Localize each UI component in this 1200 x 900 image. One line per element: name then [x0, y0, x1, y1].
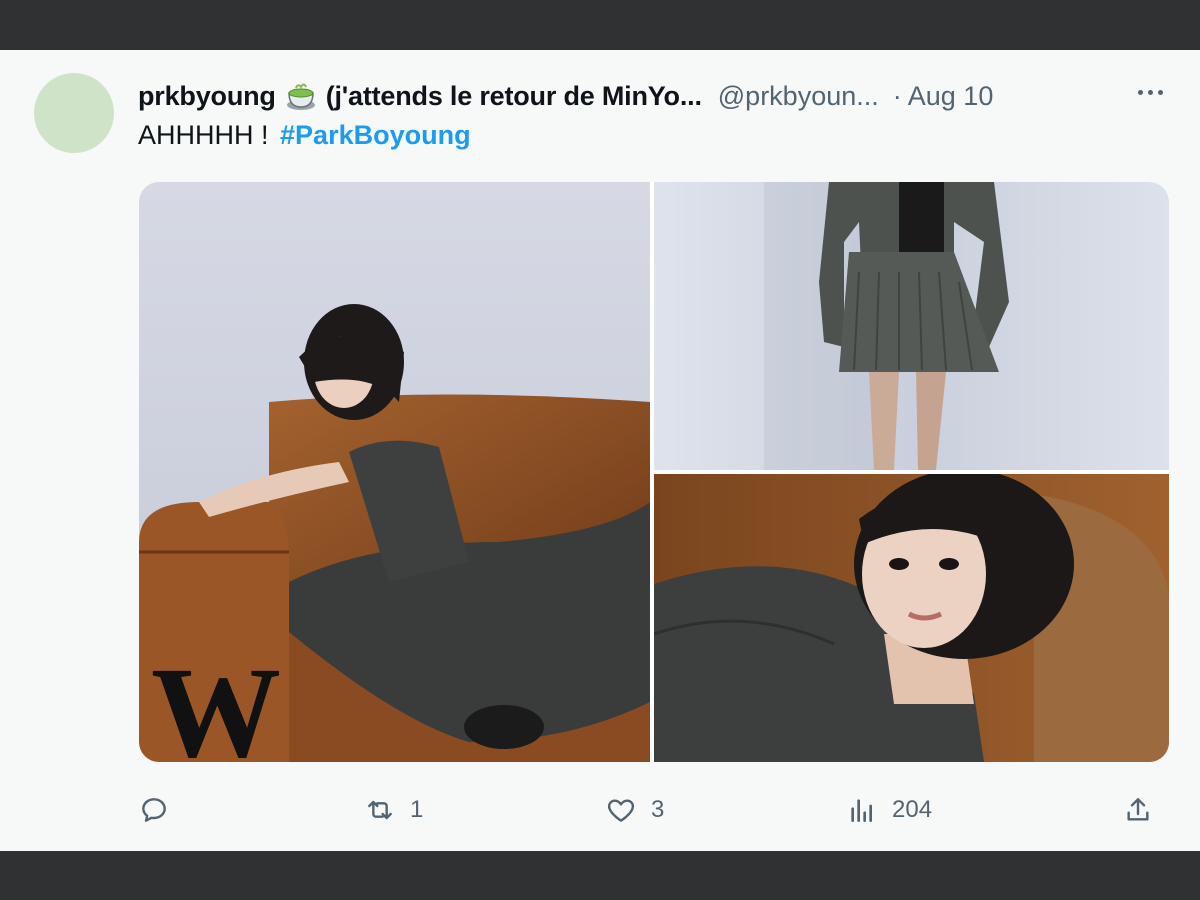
display-name[interactable]: prkbyoung [138, 81, 276, 112]
photo-top-right[interactable] [654, 182, 1169, 470]
separator-dot: · [892, 80, 902, 111]
like-button[interactable]: 3 [605, 788, 664, 832]
avatar[interactable] [34, 73, 114, 153]
tweet-header: prkbyoung (j'attends le retour de MinYo.… [138, 76, 1168, 116]
w-magazine-logo: W [151, 641, 281, 762]
user-handle[interactable]: @prkbyoun... [718, 81, 879, 112]
share-button[interactable] [1122, 788, 1154, 832]
retweet-count: 1 [410, 796, 424, 823]
hashtag-link[interactable]: #ParkBoyoung [280, 120, 471, 150]
tweet-date[interactable]: Aug 10 [908, 81, 994, 112]
retweet-button[interactable]: 1 [364, 788, 423, 832]
tweet-body: AHHHHH ! [138, 120, 269, 150]
tweet-card[interactable]: prkbyoung (j'attends le retour de MinYo.… [0, 50, 1200, 851]
tweet-text: AHHHHH ! #ParkBoyoung [138, 120, 471, 151]
retweet-icon [368, 800, 392, 820]
views-count: 204 [892, 796, 933, 823]
reply-button[interactable] [138, 788, 184, 832]
heart-icon [607, 799, 635, 822]
matcha-cup-icon [284, 79, 318, 113]
bottom-frame-bar [0, 851, 1200, 900]
top-frame-bar [0, 0, 1200, 50]
more-options-icon[interactable] [1132, 80, 1168, 104]
like-count: 3 [651, 796, 665, 823]
display-name-suffix[interactable]: (j'attends le retour de MinYo... [326, 81, 702, 112]
share-icon [1127, 798, 1149, 821]
analytics-icon [851, 799, 872, 822]
reply-icon [142, 798, 166, 822]
photo-bottom-right[interactable] [654, 474, 1169, 762]
tweet-actions: 1 3 204 [138, 788, 1168, 832]
media-grid: W [139, 182, 1169, 762]
photo-main[interactable]: W [139, 182, 650, 762]
views-button[interactable]: 204 [846, 788, 932, 832]
